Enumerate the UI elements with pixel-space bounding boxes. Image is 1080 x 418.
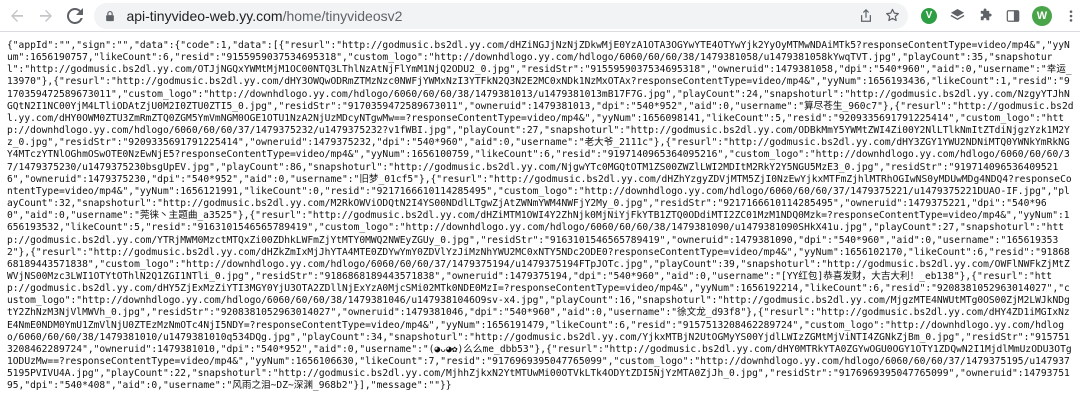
side-panel-icon[interactable] [1004, 7, 1022, 25]
url-host: api-tinyvideo-web.yy.com [126, 7, 283, 24]
layers-icon[interactable] [948, 7, 966, 25]
bookmark-star-icon[interactable] [884, 8, 900, 24]
back-arrow-icon[interactable] [6, 4, 29, 28]
forward-arrow-icon[interactable] [35, 4, 58, 28]
profile-avatar[interactable]: W [1032, 5, 1052, 26]
json-response-text: {"appId":"","sign":"","data":{"code":1,"… [7, 40, 1074, 392]
address-bar[interactable]: api-tinyvideo-web.yy.com/home/tinyvideos… [94, 2, 908, 29]
share-icon[interactable] [858, 8, 874, 24]
page-content: {"appId":"","sign":"","data":{"code":1,"… [0, 32, 1080, 418]
browser-toolbar: api-tinyvideo-web.yy.com/home/tinyvideos… [0, 0, 1080, 32]
extension-badge-icon[interactable]: V [920, 7, 938, 25]
reload-icon[interactable] [64, 4, 87, 28]
kebab-menu-icon[interactable] [1062, 7, 1080, 25]
url-text[interactable]: api-tinyvideo-web.yy.com/home/tinyvideos… [126, 8, 402, 24]
url-path: /home/tinyvideosv2 [282, 7, 403, 24]
lock-icon[interactable] [104, 9, 118, 23]
extensions-puzzle-icon[interactable] [976, 7, 994, 25]
